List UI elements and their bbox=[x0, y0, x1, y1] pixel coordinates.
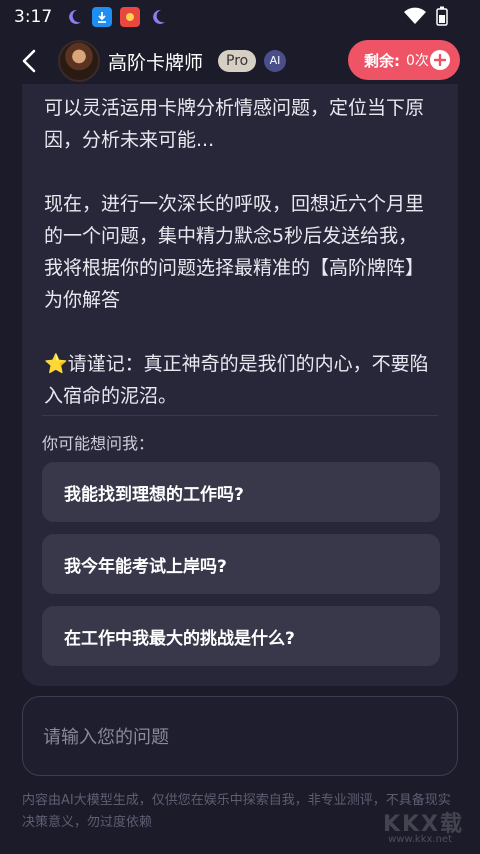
assistant-message-card: 可以灵活运用卡牌分析情感问题，定位当下原因，分析未来可能... 现在，进行一次深… bbox=[22, 84, 458, 686]
battery-icon bbox=[436, 6, 448, 26]
moon-icon bbox=[69, 9, 82, 24]
divider bbox=[42, 415, 438, 416]
status-time: 3:17 bbox=[14, 7, 53, 27]
chevron-left-icon bbox=[22, 49, 36, 73]
suggestions-title: 你可能想问我： bbox=[42, 434, 155, 453]
back-button[interactable] bbox=[14, 46, 44, 76]
avatar[interactable] bbox=[58, 40, 100, 82]
watermark-url: www.kkx.net bbox=[388, 834, 452, 845]
download-icon bbox=[92, 7, 113, 27]
assistant-message-text: 可以灵活运用卡牌分析情感问题，定位当下原因，分析未来可能... 现在，进行一次深… bbox=[44, 97, 429, 407]
status-bar: 3:17 bbox=[0, 0, 480, 34]
pro-badge: Pro bbox=[218, 50, 257, 72]
page-title: 高阶卡牌师 bbox=[108, 52, 204, 74]
notification-icons bbox=[64, 7, 168, 27]
remaining-count: 0次 bbox=[406, 53, 429, 69]
remaining-label: 剩余: bbox=[364, 51, 400, 70]
app-notification-icon bbox=[120, 7, 141, 27]
suggestion-item[interactable]: 在工作中我最大的挑战是什么? bbox=[42, 606, 440, 666]
system-icons bbox=[404, 6, 448, 26]
remaining-count-button[interactable]: 剩余: 0次 bbox=[348, 40, 460, 80]
question-input[interactable]: 请输入您的问题 bbox=[22, 696, 458, 776]
suggestion-item[interactable]: 我能找到理想的工作吗? bbox=[42, 462, 440, 522]
plus-icon bbox=[430, 50, 450, 70]
ai-badge: AI bbox=[264, 50, 286, 72]
chat-header: 高阶卡牌师 Pro AI 剩余: 0次 bbox=[0, 38, 480, 84]
wifi-icon bbox=[404, 7, 426, 24]
moon-icon bbox=[153, 9, 166, 24]
suggestion-item[interactable]: 我今年能考试上岸吗? bbox=[42, 534, 440, 594]
